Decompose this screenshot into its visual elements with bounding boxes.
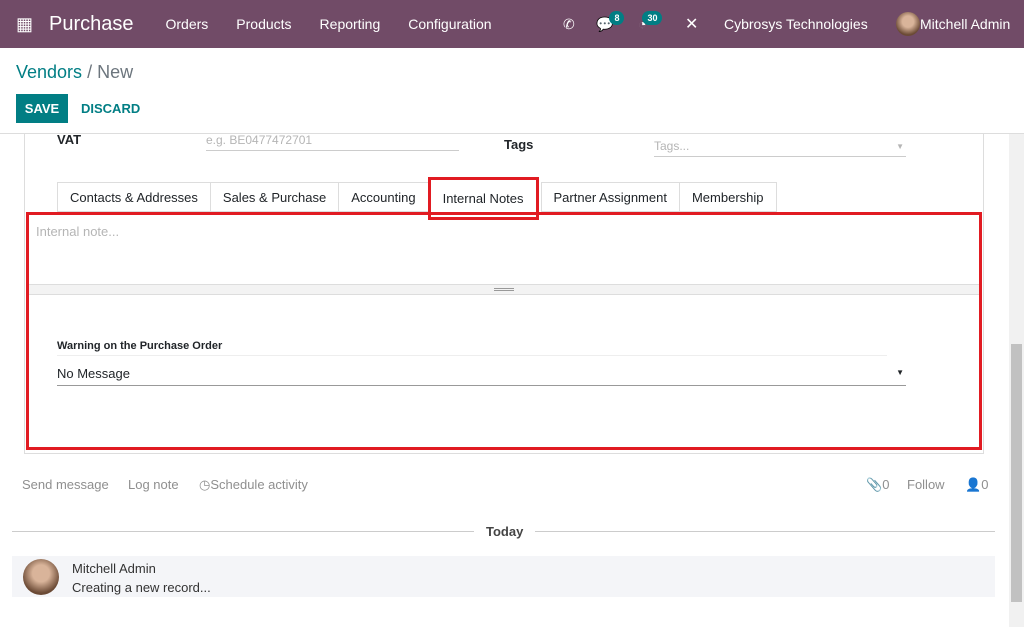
warning-select[interactable]: No Message▼ [57, 366, 906, 386]
phone-icon[interactable]: ✆ [563, 16, 575, 33]
log-note-button[interactable]: Log note [128, 477, 179, 492]
followers-button[interactable]: 👤0 [965, 477, 988, 493]
message-body: Creating a new record... [72, 580, 211, 595]
clock-icon: ◷ [199, 477, 210, 492]
apps-grid-icon[interactable]: ▦ [16, 14, 36, 35]
tab-partner-assignment[interactable]: Partner Assignment [541, 182, 680, 212]
breadcrumb: Vendors / New [16, 62, 133, 83]
messages-badge: 8 [609, 11, 624, 25]
breadcrumb-current: New [97, 62, 133, 82]
tab-sales-purchase[interactable]: Sales & Purchase [210, 182, 339, 212]
vat-label: VAT [57, 132, 81, 147]
warning-label: Warning on the Purchase Order [57, 340, 887, 356]
internal-note-input[interactable]: Internal note... [36, 224, 119, 239]
menu-configuration[interactable]: Configuration [394, 16, 505, 32]
resize-handle[interactable] [29, 284, 979, 295]
user-name: Mitchell Admin [920, 16, 1010, 32]
attachments-button[interactable]: 📎0 [866, 477, 889, 493]
messages-button[interactable]: 💬8 [596, 16, 628, 33]
user-icon: 👤 [965, 477, 981, 492]
follow-button[interactable]: Follow [907, 477, 945, 492]
paperclip-icon: 📎 [866, 477, 882, 492]
discard-button[interactable]: DISCARD [81, 101, 140, 116]
menu-reporting[interactable]: Reporting [306, 16, 395, 32]
tags-label: Tags [504, 137, 533, 152]
activities-badge: 30 [642, 11, 662, 25]
schedule-activity-button[interactable]: ◷Schedule activity [199, 477, 308, 493]
tab-contacts-addresses[interactable]: Contacts & Addresses [57, 182, 211, 212]
tab-accounting[interactable]: Accounting [338, 182, 428, 212]
highlight-box [26, 212, 982, 450]
scrollbar[interactable] [1009, 134, 1024, 627]
grip-icon [494, 288, 514, 291]
caret-down-icon: ▼ [896, 368, 904, 377]
app-title[interactable]: Purchase [49, 13, 134, 36]
user-menu[interactable]: Mitchell Admin [896, 12, 1010, 36]
date-label: Today [474, 524, 535, 539]
scrollbar-thumb[interactable] [1011, 344, 1022, 602]
tab-membership[interactable]: Membership [679, 182, 777, 212]
company-switcher[interactable]: Cybrosys Technologies [724, 16, 868, 32]
save-button[interactable]: SAVE [16, 94, 68, 123]
send-message-button[interactable]: Send message [22, 477, 109, 492]
message-author[interactable]: Mitchell Admin [72, 561, 156, 576]
vat-input[interactable]: e.g. BE0477472701 [206, 133, 459, 151]
menu-orders[interactable]: Orders [152, 16, 223, 32]
avatar [23, 559, 59, 595]
menu-products[interactable]: Products [222, 16, 305, 32]
activities-button[interactable]: ◔30 [638, 16, 666, 32]
message-item: Mitchell Admin Creating a new record... [12, 556, 995, 597]
tags-input[interactable]: Tags...▼ [654, 139, 906, 157]
avatar [896, 12, 920, 36]
tools-icon[interactable]: ✕ [685, 14, 698, 34]
control-panel: Vendors / New SAVE DISCARD [0, 48, 1024, 134]
top-navbar: ▦ Purchase Orders Products Reporting Con… [0, 0, 1024, 48]
breadcrumb-vendors[interactable]: Vendors [16, 62, 82, 82]
